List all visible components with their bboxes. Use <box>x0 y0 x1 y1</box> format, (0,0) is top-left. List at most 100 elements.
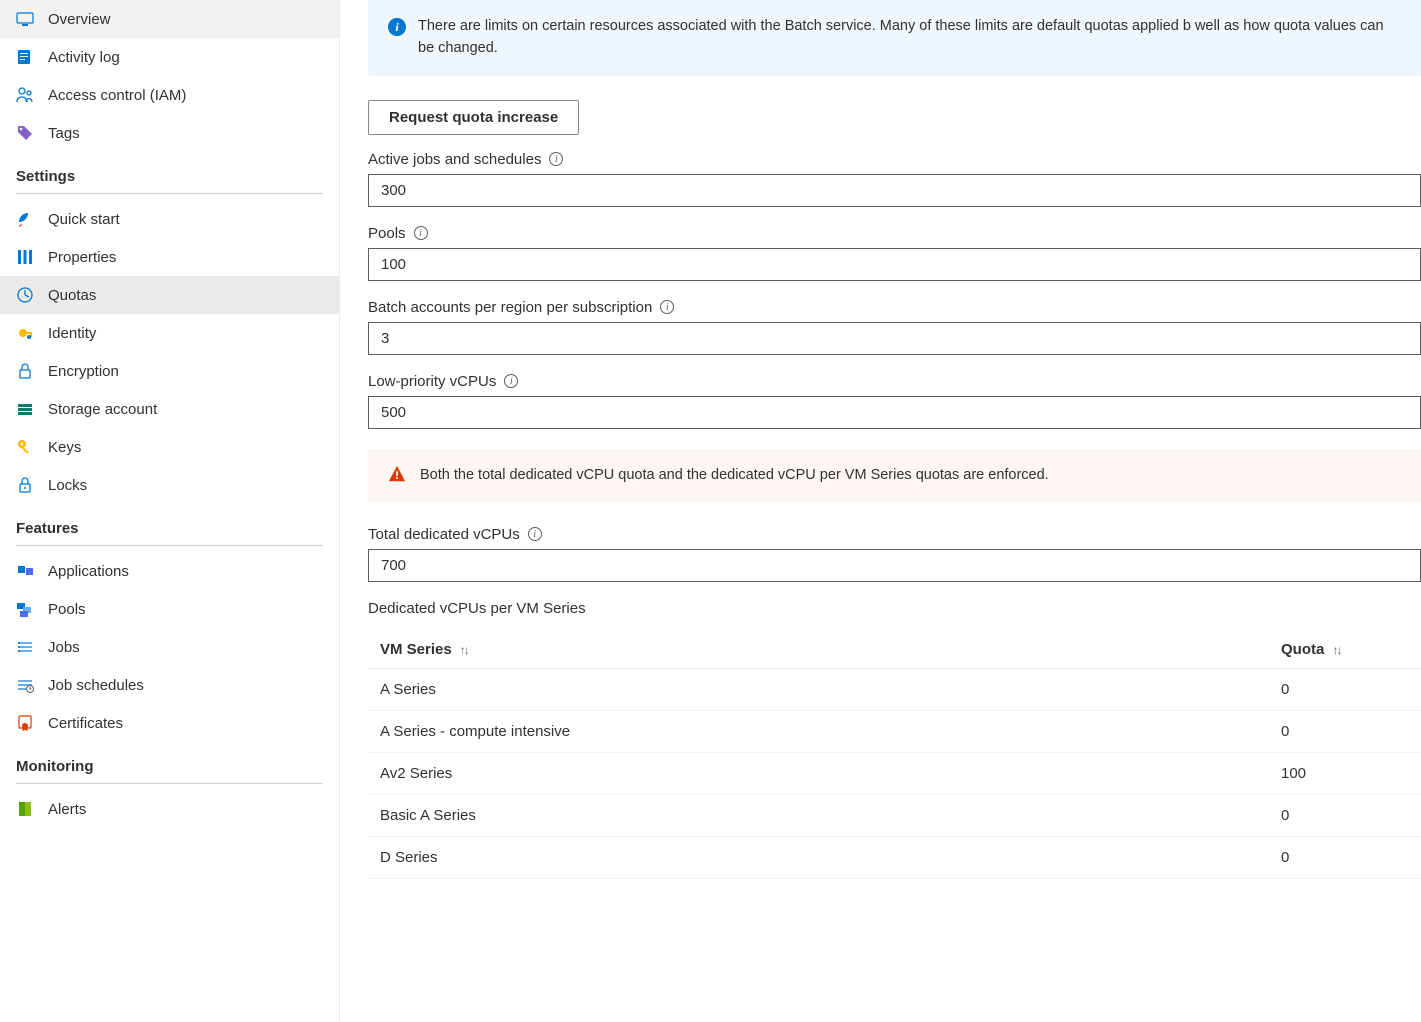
sidebar-item-label: Encryption <box>48 363 119 380</box>
sidebar-item-quickstart[interactable]: Quick start <box>0 200 339 238</box>
quota-input[interactable] <box>368 322 1421 355</box>
sidebar-item-label: Activity log <box>48 49 120 66</box>
label-text: Batch accounts per region per subscripti… <box>368 299 652 316</box>
field-label: Total dedicated vCPUs i <box>368 526 1421 543</box>
field-label: Low-priority vCPUs i <box>368 373 1421 390</box>
quota-field: Low-priority vCPUs i <box>368 373 1421 429</box>
table-row[interactable]: Basic A Series0 <box>368 794 1421 836</box>
quickstart-icon <box>16 210 34 228</box>
sidebar-item-label: Quick start <box>48 211 120 228</box>
sidebar-item-identity[interactable]: Identity <box>0 314 339 352</box>
warning-text: Both the total dedicated vCPU quota and … <box>420 467 1049 483</box>
sidebar-item-quotas[interactable]: Quotas <box>0 276 339 314</box>
label-text: Active jobs and schedules <box>368 151 541 168</box>
sidebar-item-label: Storage account <box>48 401 157 418</box>
total-dedicated-input[interactable] <box>368 549 1421 582</box>
cell-series: D Series <box>368 836 1281 878</box>
quota-input[interactable] <box>368 174 1421 207</box>
sidebar-item-properties[interactable]: Properties <box>0 238 339 276</box>
certificates-icon <box>16 714 34 732</box>
sort-icon: ↑↓ <box>460 643 468 657</box>
table-row[interactable]: Av2 Series100 <box>368 752 1421 794</box>
main-content: i There are limits on certain resources … <box>340 0 1421 1022</box>
col-header-quota[interactable]: Quota ↑↓ <box>1281 631 1421 669</box>
section-header: Monitoring <box>0 742 339 783</box>
quota-field: Active jobs and schedules i <box>368 151 1421 207</box>
sidebar-item-tags[interactable]: Tags <box>0 114 339 152</box>
label-text: Pools <box>368 225 406 242</box>
vm-series-table: VM Series ↑↓ Quota ↑↓ A Series0A Series … <box>368 631 1421 879</box>
info-icon[interactable]: i <box>504 374 518 388</box>
col-header-series[interactable]: VM Series ↑↓ <box>368 631 1281 669</box>
quota-input[interactable] <box>368 396 1421 429</box>
sidebar-item-pools[interactable]: Pools <box>0 590 339 628</box>
cell-quota: 100 <box>1281 752 1421 794</box>
sidebar-item-overview[interactable]: Overview <box>0 0 339 38</box>
sidebar-item-label: Identity <box>48 325 96 342</box>
sidebar-item-label: Quotas <box>48 287 96 304</box>
col-label: VM Series <box>380 641 452 658</box>
info-icon[interactable]: i <box>414 226 428 240</box>
sidebar-item-applications[interactable]: Applications <box>0 552 339 590</box>
storage-icon <box>16 400 34 418</box>
field-label: Batch accounts per region per subscripti… <box>368 299 1421 316</box>
label-text: Total dedicated vCPUs <box>368 526 520 543</box>
label-text: Low-priority vCPUs <box>368 373 496 390</box>
divider <box>16 783 323 784</box>
alerts-icon <box>16 800 34 818</box>
sidebar-item-activity[interactable]: Activity log <box>0 38 339 76</box>
field-label: Poolsi <box>368 225 1421 242</box>
warning-banner: Both the total dedicated vCPU quota and … <box>368 449 1421 502</box>
encryption-icon <box>16 362 34 380</box>
overview-icon <box>16 10 34 28</box>
cell-series: A Series <box>368 668 1281 710</box>
warning-icon <box>388 465 406 486</box>
info-banner: i There are limits on certain resources … <box>368 0 1421 76</box>
activity-icon <box>16 48 34 66</box>
cell-quota: 0 <box>1281 836 1421 878</box>
sidebar-item-label: Applications <box>48 563 129 580</box>
sidebar-item-iam[interactable]: Access control (IAM) <box>0 76 339 114</box>
sidebar-item-label: Access control (IAM) <box>48 87 186 104</box>
info-icon[interactable]: i <box>549 152 563 166</box>
sidebar-item-label: Overview <box>48 11 111 28</box>
sidebar-item-storage[interactable]: Storage account <box>0 390 339 428</box>
sidebar-item-label: Job schedules <box>48 677 144 694</box>
tags-icon <box>16 124 34 142</box>
info-icon[interactable]: i <box>528 527 542 541</box>
sidebar-item-label: Properties <box>48 249 116 266</box>
table-row[interactable]: A Series - compute intensive0 <box>368 710 1421 752</box>
vm-table-title: Dedicated vCPUs per VM Series <box>368 600 1421 617</box>
cell-series: Av2 Series <box>368 752 1281 794</box>
sidebar-item-certificates[interactable]: Certificates <box>0 704 339 742</box>
field-label: Active jobs and schedules i <box>368 151 1421 168</box>
sidebar-item-encryption[interactable]: Encryption <box>0 352 339 390</box>
sidebar-item-label: Certificates <box>48 715 123 732</box>
table-row[interactable]: D Series0 <box>368 836 1421 878</box>
sidebar-item-label: Tags <box>48 125 80 142</box>
jobschedules-icon <box>16 676 34 694</box>
sidebar-item-label: Jobs <box>48 639 80 656</box>
sidebar-item-alerts[interactable]: Alerts <box>0 790 339 828</box>
field-total-dedicated: Total dedicated vCPUs i <box>368 526 1421 582</box>
table-row[interactable]: A Series0 <box>368 668 1421 710</box>
sidebar-item-jobs[interactable]: Jobs <box>0 628 339 666</box>
locks-icon <box>16 476 34 494</box>
sidebar-item-locks[interactable]: Locks <box>0 466 339 504</box>
keys-icon <box>16 438 34 456</box>
cell-series: Basic A Series <box>368 794 1281 836</box>
request-quota-increase-button[interactable]: Request quota increase <box>368 100 579 135</box>
quota-field: Poolsi <box>368 225 1421 281</box>
cell-quota: 0 <box>1281 794 1421 836</box>
info-icon[interactable]: i <box>660 300 674 314</box>
sidebar-item-keys[interactable]: Keys <box>0 428 339 466</box>
quotas-icon <box>16 286 34 304</box>
identity-icon <box>16 324 34 342</box>
quota-input[interactable] <box>368 248 1421 281</box>
sidebar-item-jobschedules[interactable]: Job schedules <box>0 666 339 704</box>
iam-icon <box>16 86 34 104</box>
pools-icon <box>16 600 34 618</box>
divider <box>16 193 323 194</box>
sidebar: Overview Activity log Access control (IAM)… <box>0 0 340 1022</box>
jobs-icon <box>16 638 34 656</box>
